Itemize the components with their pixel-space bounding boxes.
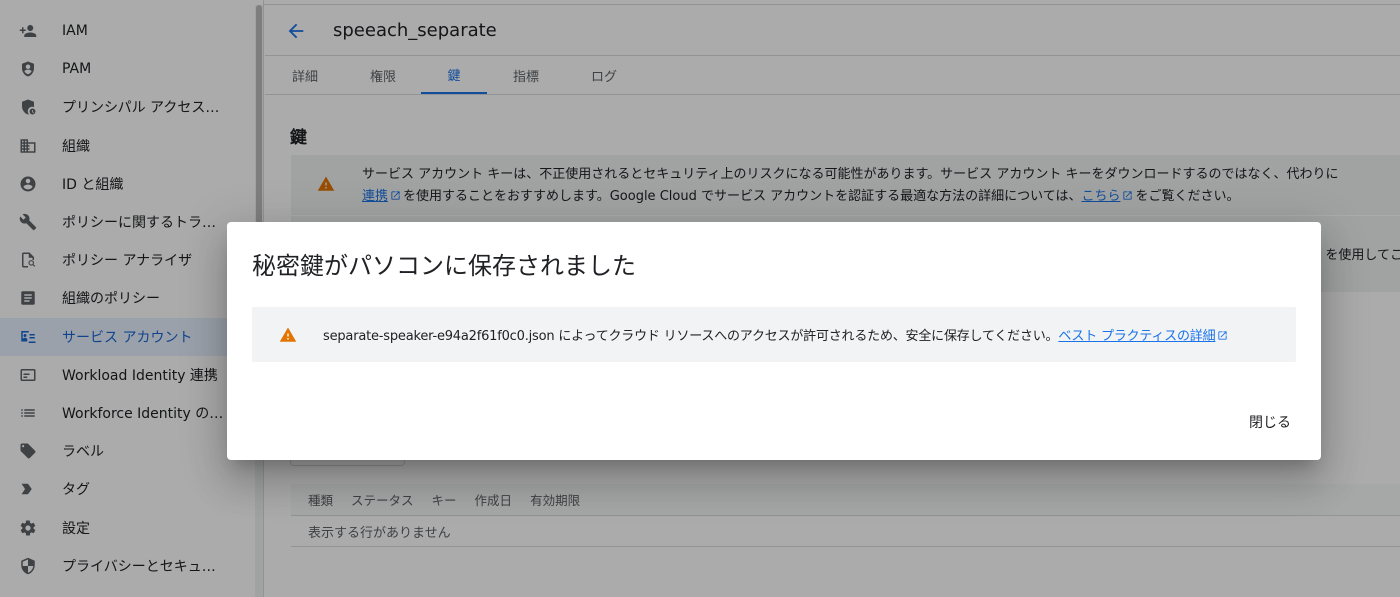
warning-icon [279, 327, 297, 342]
close-button[interactable]: 閉じる [1241, 406, 1299, 438]
dialog-warning-text: separate-speaker-e94a2f61f0c0.json によってク… [323, 325, 1230, 344]
dialog-warning-banner: separate-speaker-e94a2f61f0c0.json によってク… [252, 307, 1296, 362]
dialog-message: separate-speaker-e94a2f61f0c0.json によってク… [323, 329, 1059, 344]
open-in-new-icon [1217, 330, 1228, 341]
key-saved-dialog: 秘密鍵がパソコンに保存されました separate-speaker-e94a2f… [227, 222, 1321, 460]
best-practices-link[interactable]: ベスト プラクティスの詳細 [1058, 329, 1215, 344]
dialog-title: 秘密鍵がパソコンに保存されました [252, 252, 636, 280]
